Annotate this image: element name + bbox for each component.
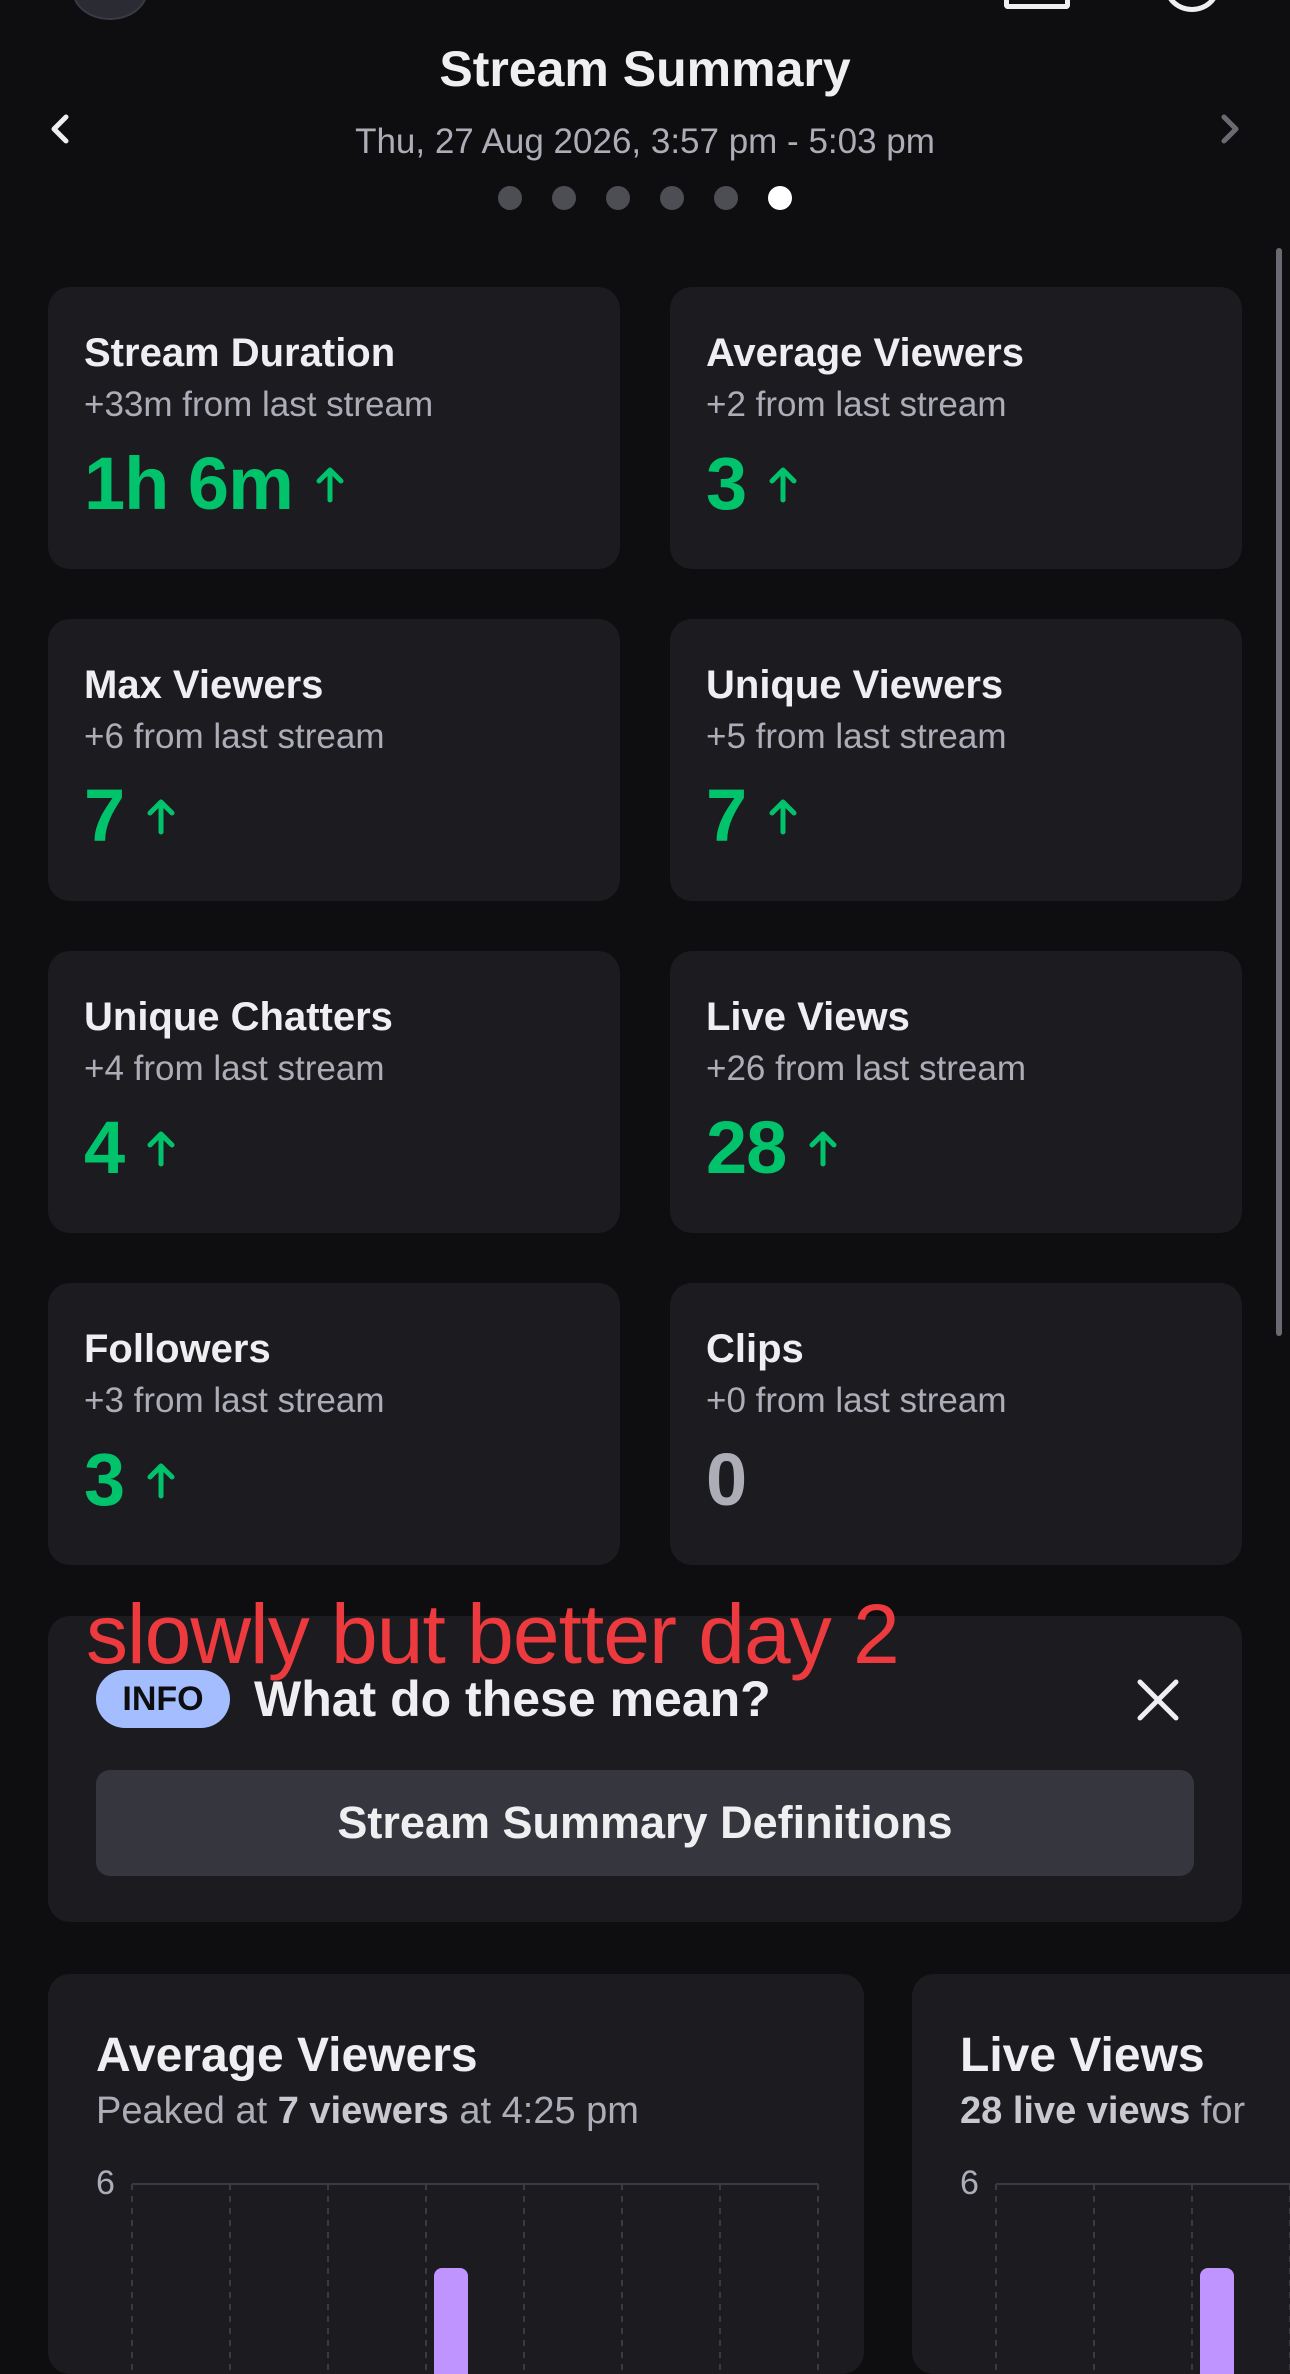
card-title: Unique Chatters [84, 995, 393, 1039]
stat-card-followers: Followers +3 from last stream 3 [48, 1283, 620, 1565]
card-value: 3 [84, 1438, 125, 1521]
chart-plot-average-viewers [131, 2183, 819, 2374]
chevron-left-icon [51, 114, 69, 144]
page-dot[interactable] [606, 186, 630, 210]
avatar[interactable] [72, 0, 148, 20]
chart-card-average-viewers[interactable]: Average Viewers Peaked at 7 viewers at 4… [48, 1974, 864, 2374]
stat-card-unique-chatters: Unique Chatters +4 from last stream 4 [48, 951, 620, 1233]
close-icon [1137, 1679, 1179, 1721]
page-dot-active[interactable] [768, 186, 792, 210]
stat-card-max-viewers: Max Viewers +6 from last stream 7 [48, 619, 620, 901]
page-title: Stream Summary [439, 41, 851, 97]
chart-card-live-views[interactable]: Live Views 28 live views for 6 [912, 1974, 1290, 2374]
card-delta: +5 from last stream [706, 717, 1007, 756]
card-title: Live Views [706, 995, 910, 1039]
card-delta: +6 from last stream [84, 717, 385, 756]
inbox-icon[interactable] [1004, 0, 1070, 9]
card-title: Max Viewers [84, 663, 324, 707]
stat-card-stream-duration: Stream Duration +33m from last stream 1h… [48, 287, 620, 569]
page-dot[interactable] [498, 186, 522, 210]
pagination-dots [0, 186, 1290, 210]
arrow-up-icon [769, 799, 797, 835]
stat-card-unique-viewers: Unique Viewers +5 from last stream 7 [670, 619, 1242, 901]
next-stream-button[interactable] [1204, 104, 1254, 154]
chart-plot-live-views [995, 2183, 1290, 2374]
arrow-up-icon [809, 1131, 837, 1167]
card-delta: +0 from last stream [706, 1381, 1007, 1420]
card-value: 28 [706, 1106, 787, 1189]
page-dot[interactable] [660, 186, 684, 210]
card-value: 3 [706, 442, 747, 525]
card-title: Followers [84, 1327, 271, 1371]
card-value: 0 [706, 1438, 747, 1521]
profile-icon[interactable] [1164, 0, 1220, 12]
card-value: 4 [84, 1106, 125, 1189]
card-delta: +26 from last stream [706, 1049, 1026, 1088]
card-delta: +3 from last stream [84, 1381, 385, 1420]
card-title: Unique Viewers [706, 663, 1004, 707]
chart-bar[interactable] [1200, 2268, 1234, 2374]
chevron-right-icon [1221, 114, 1239, 144]
arrow-up-icon [147, 799, 175, 835]
card-value: 7 [706, 774, 747, 857]
card-delta: +2 from last stream [706, 385, 1007, 424]
close-button[interactable] [1130, 1672, 1186, 1728]
chart-bar[interactable] [434, 2268, 468, 2374]
stream-date-range: Thu, 27 Aug 2026, 3:57 pm - 5:03 pm [355, 122, 935, 161]
overlay-annotation: slowly but better day 2 [86, 1587, 900, 1681]
scrollbar[interactable] [1276, 248, 1282, 1336]
arrow-up-icon [316, 467, 344, 503]
card-delta: +33m from last stream [84, 385, 434, 424]
arrow-up-icon [147, 1463, 175, 1499]
page-dot[interactable] [552, 186, 576, 210]
card-title: Stream Duration [84, 331, 396, 375]
stat-card-live-views: Live Views +26 from last stream 28 [670, 951, 1242, 1233]
stream-summary-definitions-button[interactable]: Stream Summary Definitions [96, 1770, 1194, 1876]
stat-card-average-viewers: Average Viewers +2 from last stream 3 [670, 287, 1242, 569]
arrow-up-icon [769, 467, 797, 503]
card-value: 1h 6m [84, 442, 294, 525]
card-delta: +4 from last stream [84, 1049, 385, 1088]
arrow-up-icon [147, 1131, 175, 1167]
card-value: 7 [84, 774, 125, 857]
card-title: Average Viewers [706, 331, 1024, 375]
page-dot[interactable] [714, 186, 738, 210]
card-title: Clips [706, 1327, 804, 1371]
previous-stream-button[interactable] [36, 104, 86, 154]
stat-card-clips: Clips +0 from last stream 0 [670, 1283, 1242, 1565]
